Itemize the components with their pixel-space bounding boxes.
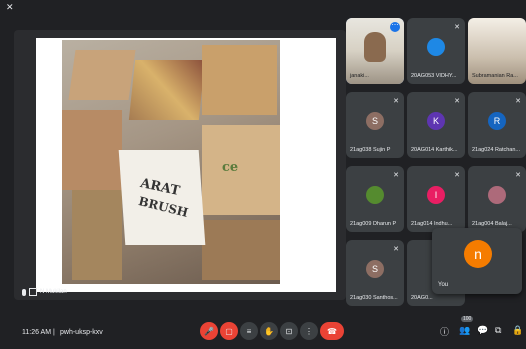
- participant-tile[interactable]: ✕ R 21ag024 Ratchan...: [468, 92, 526, 158]
- mic-off-icon: ✕: [393, 98, 399, 105]
- avatar: S: [366, 260, 384, 278]
- more-options-button[interactable]: ⋮: [300, 322, 318, 340]
- avatar: K: [427, 112, 445, 130]
- self-label: You: [438, 282, 449, 288]
- presenter-name: N Mukilan: [40, 289, 67, 295]
- present-button[interactable]: ⊡: [280, 322, 298, 340]
- meeting-time: 11:26 AM: [22, 329, 52, 336]
- mic-toggle-button[interactable]: 🎤: [200, 322, 218, 340]
- person-video: [364, 32, 386, 62]
- presenter-label: N Mukilan: [22, 288, 67, 296]
- slide-photo: ARAT BRUSH ce: [62, 40, 280, 284]
- participant-name: 21ag009 Dharun P: [350, 221, 397, 227]
- participant-name: janaki...: [350, 73, 369, 79]
- leave-call-button[interactable]: ☎: [320, 322, 344, 340]
- avatar: [427, 38, 445, 56]
- more-options-icon[interactable]: ⋯: [390, 22, 400, 32]
- mic-off-icon: ✕: [454, 172, 460, 179]
- shared-slide: ARAT BRUSH ce: [36, 38, 336, 292]
- participant-name: Subramanian Ra...: [472, 73, 518, 79]
- separator: |: [53, 329, 55, 336]
- participant-tile[interactable]: ⋯ janaki...: [346, 18, 404, 84]
- self-avatar: n: [464, 240, 492, 268]
- mic-off-icon: ✕: [393, 246, 399, 253]
- mic-off-icon: ✕: [515, 98, 521, 105]
- participant-name: 21ag014 Indhu...: [411, 221, 453, 227]
- meeting-controls-bar: 11:26 AM | pwh-uksp-kxv 🎤 ▢ ≡ ✋ ⊡ ⋮ ☎ ⓘ …: [0, 312, 526, 349]
- people-icon[interactable]: 👥: [459, 325, 470, 336]
- photo-text-3: ce: [222, 160, 239, 175]
- participant-tile[interactable]: ✕ I 21ag014 Indhu...: [407, 166, 465, 232]
- camera-toggle-button[interactable]: ▢: [220, 322, 238, 340]
- participant-name: 20AG0...: [411, 295, 433, 301]
- avatar: R: [488, 112, 506, 130]
- avatar: [488, 186, 506, 204]
- participant-tile[interactable]: ✕ S 21ag038 Sujin P: [346, 92, 404, 158]
- participant-tile[interactable]: ✕ K 20AG014 Karthik...: [407, 92, 465, 158]
- participant-tile[interactable]: ✕ S 21ag030 Santhos...: [346, 240, 404, 306]
- participant-name: 21ag038 Sujin P: [350, 147, 391, 153]
- participant-name: 21ag004 Balaj...: [472, 221, 512, 227]
- participant-tile[interactable]: ✕ 21ag004 Balaj...: [468, 166, 526, 232]
- self-view-tile[interactable]: n You: [432, 228, 522, 294]
- lock-icon[interactable]: 🔒: [512, 325, 523, 336]
- present-icon: [29, 288, 37, 296]
- raise-hand-button[interactable]: ✋: [260, 322, 278, 340]
- mic-off-icon: [22, 288, 26, 296]
- mic-off-icon: ✕: [454, 24, 460, 31]
- participant-tile[interactable]: Subramanian Ra...: [468, 18, 526, 84]
- activities-icon[interactable]: ⧉: [495, 325, 501, 336]
- avatar: I: [427, 186, 445, 204]
- mic-off-icon: ✕: [515, 172, 521, 179]
- chat-icon[interactable]: 💬: [477, 325, 488, 336]
- meeting-code: pwh-uksp-kxv: [60, 329, 103, 336]
- participant-name: 20AG014 Karthik...: [411, 147, 458, 153]
- top-bar: ✕: [0, 0, 526, 14]
- participant-name: 21ag024 Ratchan...: [472, 147, 521, 153]
- mic-off-icon: ✕: [454, 98, 460, 105]
- participant-count-badge: 100: [461, 316, 474, 322]
- avatar: S: [366, 112, 384, 130]
- presentation-stage: ARAT BRUSH ce N Mukilan: [14, 30, 346, 300]
- participant-tile[interactable]: ✕ 20AG053 VIDHY...: [407, 18, 465, 84]
- close-icon[interactable]: ✕: [6, 2, 14, 13]
- captions-button[interactable]: ≡: [240, 322, 258, 340]
- avatar: [366, 186, 384, 204]
- mic-off-icon: ✕: [393, 172, 399, 179]
- participant-tile[interactable]: ✕ 21ag009 Dharun P: [346, 166, 404, 232]
- participant-name: 20AG053 VIDHY...: [411, 73, 457, 79]
- participant-name: 21ag030 Santhos...: [350, 295, 398, 301]
- info-icon[interactable]: ⓘ: [440, 325, 449, 338]
